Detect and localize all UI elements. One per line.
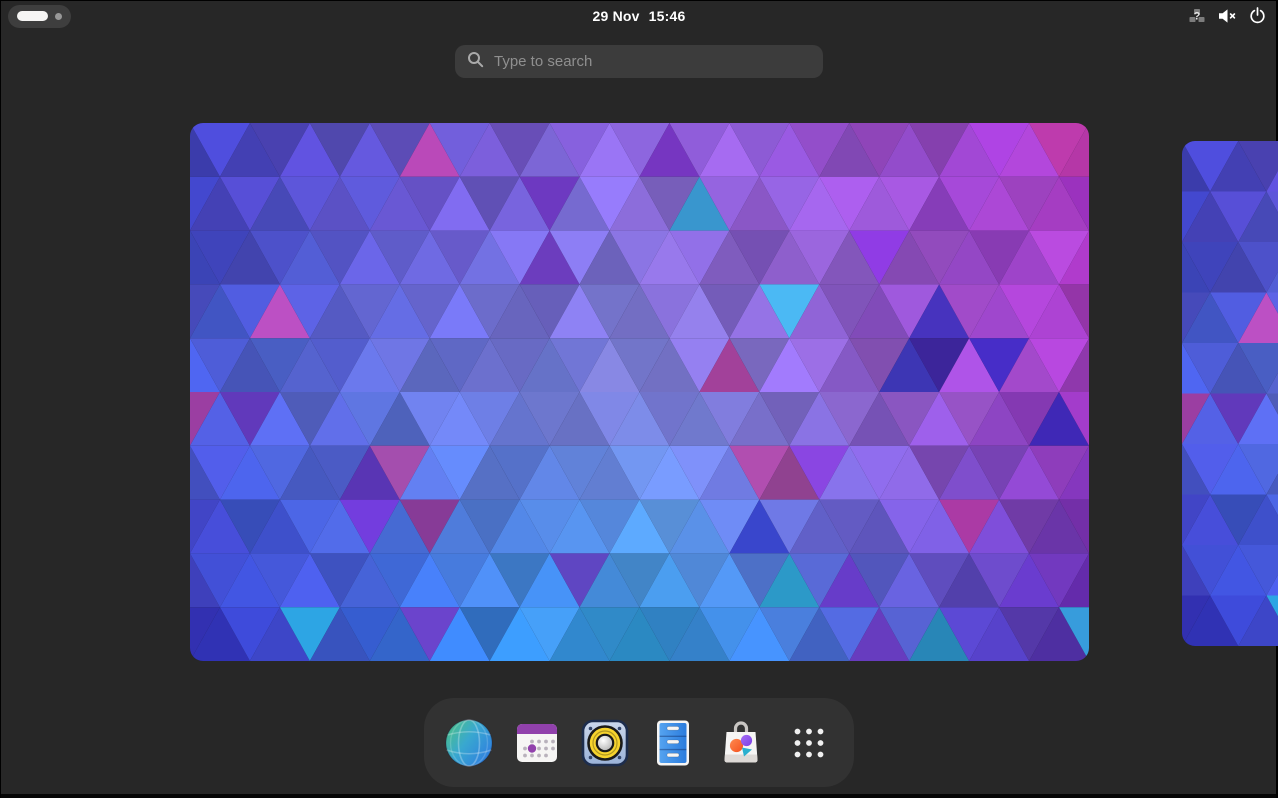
dock-app-show-apps[interactable]	[781, 715, 837, 771]
clock-time: 15:46	[649, 8, 686, 24]
dock-app-calendar[interactable]	[509, 715, 565, 771]
wallpaper-triangles	[1182, 141, 1278, 646]
wallpaper-triangles	[190, 123, 1089, 661]
file-cabinet-icon	[649, 719, 697, 767]
clock-date: 29 Nov	[593, 8, 640, 24]
web-browser-globe-icon	[445, 719, 493, 767]
speaker-audio-icon	[580, 718, 630, 768]
show-apps-grid-icon	[785, 719, 833, 767]
power-icon	[1249, 7, 1266, 24]
volume-muted-icon	[1218, 8, 1237, 24]
search-input[interactable]	[494, 53, 811, 70]
workspace-indicator-active-pill	[17, 11, 48, 21]
dash-dock	[424, 698, 854, 787]
clock-menu-button[interactable]: 29 Nov 15:46	[593, 0, 686, 31]
network-unknown-icon: ?	[1188, 7, 1206, 25]
workspace-indicator-dot	[55, 13, 62, 20]
search-icon	[467, 51, 484, 73]
dock-app-software[interactable]	[713, 715, 769, 771]
svg-text:?: ?	[1194, 10, 1201, 22]
dock-app-web[interactable]	[441, 715, 497, 771]
top-bar: 29 Nov 15:46 ?	[0, 0, 1278, 31]
dock-app-audio[interactable]	[577, 715, 633, 771]
software-store-bag-icon	[717, 719, 765, 767]
system-status-area[interactable]: ?	[1188, 0, 1270, 31]
workspace-indicator[interactable]	[8, 5, 71, 28]
search-bar	[455, 45, 823, 78]
workspace-preview-active[interactable]	[190, 123, 1089, 661]
dock-app-files[interactable]	[645, 715, 701, 771]
workspace-preview-next[interactable]	[1182, 141, 1278, 646]
calendar-icon	[513, 719, 561, 767]
gnome-activities-overview: 29 Nov 15:46 ?	[0, 0, 1278, 798]
